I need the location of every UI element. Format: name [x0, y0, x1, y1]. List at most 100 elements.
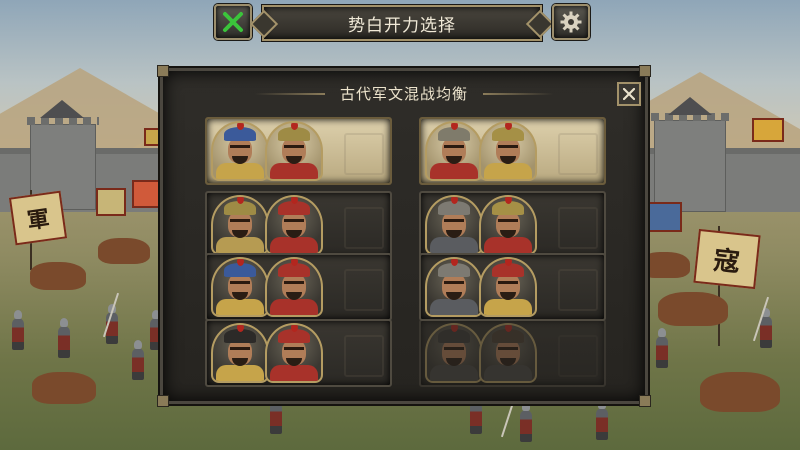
infantry-soldier	[132, 340, 144, 380]
portrait-plume	[451, 325, 458, 332]
infantry-soldier	[656, 328, 668, 368]
cavalry-horse	[32, 372, 96, 404]
cavalry-horse	[30, 262, 86, 290]
faction-emblem-watermark	[558, 133, 598, 175]
faction-card-8	[419, 319, 606, 387]
portrait-armor	[484, 299, 532, 315]
panel-corner-ornament	[157, 65, 169, 77]
cavalry-horse	[700, 372, 780, 412]
general-portrait	[265, 121, 323, 181]
general-portrait	[479, 257, 537, 317]
small-banner	[132, 180, 162, 208]
portrait-armor	[270, 163, 318, 179]
portrait-armor	[216, 299, 264, 315]
tower-roof	[40, 100, 84, 118]
faction-card-7[interactable]	[205, 319, 392, 387]
window-title-plate: 势白开力选择	[262, 5, 542, 41]
infantry-soldier	[470, 394, 482, 434]
portrait-plume	[451, 197, 458, 204]
exit-button[interactable]	[214, 4, 252, 40]
portrait-plume	[505, 325, 512, 332]
panel-title: 古代军文混战均衡	[339, 85, 468, 103]
portrait-armor	[216, 163, 264, 179]
small-banner	[648, 202, 682, 232]
watch-tower-right	[651, 113, 729, 212]
portrait-armor	[484, 365, 532, 381]
portrait-plume	[505, 197, 512, 204]
window-title: 势白开力选择	[348, 15, 456, 36]
portrait-armor	[270, 299, 318, 315]
faction-emblem-watermark	[558, 335, 598, 377]
close-x-icon	[623, 88, 635, 100]
portrait-brow	[444, 347, 464, 350]
infantry-soldier	[596, 400, 608, 440]
faction-emblem-watermark	[344, 133, 384, 175]
general-portrait	[425, 195, 483, 255]
title-divider	[483, 93, 553, 95]
portrait-brow	[498, 281, 518, 284]
infantry-soldier	[520, 402, 532, 442]
portrait-brow	[444, 219, 464, 222]
portrait-brow	[230, 145, 250, 148]
cavalry-horse	[658, 292, 728, 326]
general-portrait	[479, 121, 537, 181]
faction-card-3[interactable]	[205, 191, 392, 259]
panel-corner-ornament	[639, 65, 651, 77]
general-portrait	[425, 257, 483, 317]
portrait-armor	[430, 163, 478, 179]
faction-emblem-watermark	[344, 207, 384, 249]
general-portrait	[211, 121, 269, 181]
faction-emblem-watermark	[558, 269, 598, 311]
faction-emblem-watermark	[558, 207, 598, 249]
faction-card-6[interactable]	[419, 253, 606, 321]
general-portrait	[425, 323, 483, 383]
infantry-soldier	[270, 394, 282, 434]
general-portrait	[211, 257, 269, 317]
portrait-plume	[237, 197, 244, 204]
panel-close-button[interactable]	[617, 82, 641, 106]
faction-card-5[interactable]	[205, 253, 392, 321]
portrait-brow	[230, 281, 250, 284]
general-portrait	[425, 121, 483, 181]
portrait-brow	[498, 219, 518, 222]
faction-card-1[interactable]	[205, 117, 392, 185]
general-portrait	[479, 323, 537, 383]
portrait-brow	[284, 219, 304, 222]
gear-icon	[560, 11, 582, 33]
portrait-brow	[284, 281, 304, 284]
general-portrait	[265, 323, 323, 383]
panel-corner-ornament	[157, 395, 169, 407]
portrait-plume	[291, 325, 298, 332]
portrait-plume	[451, 259, 458, 266]
tower-roof	[668, 97, 712, 115]
infantry-soldier	[12, 310, 24, 350]
portrait-plume	[505, 259, 512, 266]
portrait-plume	[291, 123, 298, 130]
portrait-brow	[284, 347, 304, 350]
portrait-armor	[270, 365, 318, 381]
portrait-armor	[216, 365, 264, 381]
portrait-armor	[430, 365, 478, 381]
small-banner	[752, 118, 784, 142]
infantry-soldier	[58, 318, 70, 358]
general-portrait	[479, 195, 537, 255]
portrait-brow	[498, 347, 518, 350]
portrait-brow	[498, 145, 518, 148]
portrait-plume	[451, 123, 458, 130]
general-portrait	[211, 323, 269, 383]
portrait-armor	[430, 299, 478, 315]
settings-button[interactable]	[552, 4, 590, 40]
faction-card-2[interactable]	[419, 117, 606, 185]
faction-select-panel: 古代军文混战均衡	[157, 65, 651, 407]
small-banner	[96, 188, 126, 216]
panel-corner-ornament	[639, 395, 651, 407]
faction-card-4[interactable]	[419, 191, 606, 259]
portrait-brow	[444, 281, 464, 284]
portrait-plume	[237, 123, 244, 130]
general-portrait	[211, 195, 269, 255]
infantry-soldier	[760, 308, 772, 348]
portrait-plume	[291, 197, 298, 204]
portrait-brow	[230, 219, 250, 222]
army-banner-left: 軍	[8, 190, 68, 246]
portrait-brow	[284, 145, 304, 148]
